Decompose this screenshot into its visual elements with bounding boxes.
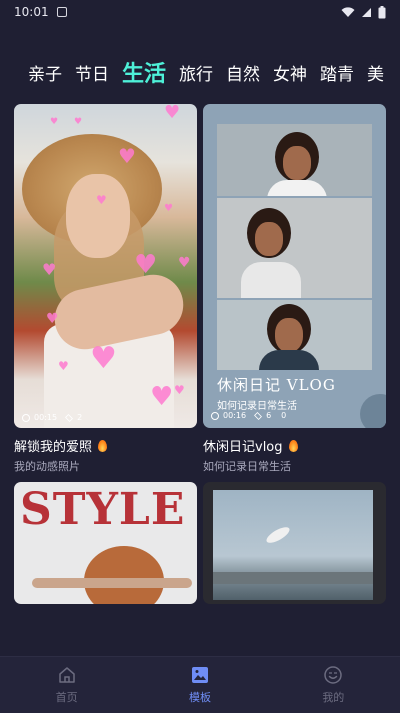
seagull-shape: [264, 524, 292, 546]
body-shape: [267, 180, 327, 196]
signal-icon: [362, 7, 371, 17]
style-overlay-title: STYLE: [20, 484, 186, 535]
vlog-overlay-subtitle: 如何记录日常生活: [217, 401, 297, 412]
duration-text: 00:16: [223, 411, 247, 420]
skyline-shape: [213, 572, 373, 584]
card-title: 休闲日记vlog: [203, 440, 283, 455]
status-bar: 10:01: [0, 0, 400, 24]
template-card-style[interactable]: STYLE: [14, 482, 197, 604]
bottom-nav: 首页 模板 我的: [0, 656, 400, 713]
nav-profile[interactable]: 我的: [267, 657, 400, 713]
status-icons: [341, 5, 386, 19]
wifi-icon: [341, 6, 355, 17]
body-shape: [241, 262, 301, 298]
face-shape: [66, 174, 130, 258]
tab-nvshen[interactable]: 女神: [273, 60, 307, 85]
nav-home-label: 首页: [55, 691, 78, 704]
card-caption: 休闲日记vlog 如何记录日常生活: [203, 436, 386, 474]
card-title: 解锁我的爱照: [14, 440, 93, 455]
card-meta: 00:15 2: [22, 413, 82, 422]
battery-icon: [378, 5, 386, 18]
nav-profile-label: 我的: [322, 691, 345, 704]
heart-icon: ♥: [96, 193, 107, 207]
heart-icon: ♥: [90, 341, 117, 376]
arm-shape: [32, 578, 192, 588]
heart-icon: ♥: [74, 117, 83, 127]
template-card-seaside[interactable]: [203, 482, 386, 604]
card-title-row: 解锁我的爱照: [14, 436, 197, 455]
fire-icon: [288, 439, 298, 452]
face-shape: [255, 222, 283, 256]
template-icon: [191, 667, 208, 683]
card-caption: 解锁我的爱照 我的动感照片: [14, 436, 197, 474]
template-grid: ♥ ♥ ♥ ♥ ♥ ♥ ♥ ♥ ♥ ♥ ♥ ♥ ♥ ♥ 00:15 2 休闲日记…: [14, 104, 386, 604]
face-shape: [275, 318, 303, 352]
nav-home[interactable]: 首页: [0, 657, 133, 713]
nav-template[interactable]: 模板: [133, 657, 266, 713]
tab-jieri[interactable]: 节日: [75, 60, 109, 85]
heart-icon: ♥: [118, 144, 136, 168]
card-subtitle: 我的动感照片: [14, 460, 80, 473]
tab-qinzi[interactable]: 亲子: [28, 60, 62, 85]
tab-shenghuo[interactable]: 生活: [122, 56, 166, 88]
fire-icon: [98, 439, 108, 452]
extra-count: 0: [281, 411, 287, 420]
vlog-overlay-title: 休闲日记 VLOG: [217, 376, 336, 394]
clock-icon: [211, 411, 219, 420]
heart-icon: ♥: [58, 359, 69, 373]
heart-icon: ♥: [164, 104, 181, 123]
heart-icon: ♥: [178, 255, 191, 271]
tab-taqing[interactable]: 踏青: [320, 60, 354, 85]
home-icon: [58, 667, 75, 683]
photo-strip-3: [217, 300, 372, 370]
card-title-row: 休闲日记vlog: [203, 436, 386, 455]
heart-icon: ♥: [134, 250, 158, 280]
duration-text: 00:15: [34, 413, 58, 422]
layers-icon: [254, 411, 263, 420]
card-meta: 00:16 6 0: [211, 411, 286, 420]
body-shape: [259, 350, 319, 370]
profile-icon: [324, 666, 343, 684]
tab-lvxing[interactable]: 旅行: [179, 60, 213, 85]
heart-icon: ♥: [150, 382, 174, 412]
layers-count: 6: [266, 411, 272, 420]
tab-ziran[interactable]: 自然: [226, 60, 260, 85]
notification-icon: [56, 7, 67, 17]
photo-strip-2: [217, 198, 372, 298]
decorative-circle: [360, 394, 386, 428]
heart-icon: ♥: [46, 311, 59, 327]
nav-template-label: 模板: [188, 691, 211, 704]
heart-icon: ♥: [174, 383, 185, 397]
hair-shape: [84, 546, 164, 604]
layers-icon: [65, 413, 74, 422]
status-time: 10:01: [14, 5, 49, 19]
tab-mei[interactable]: 美: [367, 60, 384, 85]
layers-count: 2: [77, 413, 83, 422]
category-tabs: 亲子 节日 生活 旅行 自然 女神 踏青 美: [0, 52, 400, 92]
photo-strip-1: [217, 124, 372, 196]
card-subtitle: 如何记录日常生活: [203, 460, 291, 473]
heart-icon: ♥: [50, 117, 59, 127]
seaside-photo: [213, 490, 373, 600]
heart-icon: ♥: [164, 203, 173, 214]
template-card-love-photo[interactable]: ♥ ♥ ♥ ♥ ♥ ♥ ♥ ♥ ♥ ♥ ♥ ♥ ♥ ♥ 00:15 2: [14, 104, 197, 428]
face-shape: [283, 146, 311, 180]
clock-icon: [22, 413, 30, 422]
heart-icon: ♥: [42, 260, 57, 279]
template-card-vlog[interactable]: 休闲日记 VLOG 如何记录日常生活 00:16 6 0: [203, 104, 386, 428]
